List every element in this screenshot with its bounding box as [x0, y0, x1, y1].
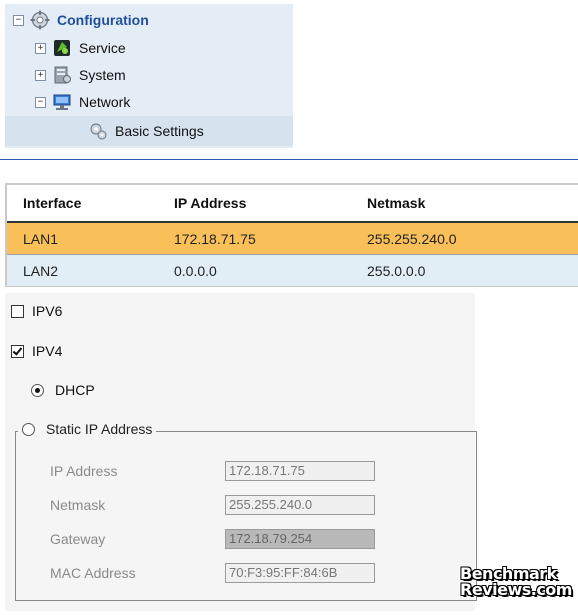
tree-label: Service [79, 40, 126, 56]
ipv6-option[interactable]: IPV6 [11, 303, 62, 319]
mac-address-field[interactable]: 70:F3:95:FF:84:6B [225, 563, 375, 583]
mac-address-label: MAC Address [50, 565, 136, 581]
table-cell: LAN2 [7, 254, 158, 286]
expand-toggle[interactable] [35, 42, 46, 54]
static-ip-radio[interactable] [22, 422, 35, 436]
dhcp-option[interactable]: DHCP [31, 382, 95, 398]
column-header-netmask[interactable]: Netmask [351, 185, 578, 223]
ip-address-label: IP Address [50, 463, 118, 479]
dhcp-label: DHCP [55, 382, 95, 398]
netmask-field[interactable]: 255.255.240.0 [225, 495, 375, 515]
interface-table: Interface IP Address Netmask LAN1 172.18… [7, 185, 578, 286]
tree-item-system[interactable]: System [35, 62, 126, 88]
expand-toggle[interactable] [35, 69, 46, 81]
ip-address-row: IP Address 172.18.71.75 [50, 460, 375, 482]
ipv4-option[interactable]: IPV4 [11, 343, 62, 359]
interface-table-frame: Interface IP Address Netmask LAN1 172.18… [5, 183, 578, 287]
gateway-field[interactable]: 172.18.79.254 [225, 529, 375, 549]
tree-item-configuration[interactable]: Configuration [13, 7, 149, 33]
table-row[interactable]: LAN1 172.18.71.75 255.255.240.0 [7, 221, 578, 255]
ip-address-field[interactable]: 172.18.71.75 [225, 461, 375, 481]
mac-address-row: MAC Address 70:F3:95:FF:84:6B [50, 562, 375, 584]
collapse-toggle[interactable] [13, 14, 24, 26]
column-header-ip-address[interactable]: IP Address [158, 185, 351, 223]
section-divider [0, 159, 578, 160]
gear-icon [30, 10, 50, 30]
table-cell: 255.255.240.0 [351, 221, 578, 255]
collapse-toggle[interactable] [35, 96, 46, 108]
watermark-line-2: Reviews.com [460, 580, 572, 599]
ipv6-label: IPV6 [32, 303, 63, 319]
table-cell: 0.0.0.0 [158, 254, 351, 286]
tree-item-basic-settings[interactable]: Basic Settings [5, 116, 293, 146]
ip-config-panel: IPV6 IPV4 DHCP Static IP Address IP Addr… [5, 293, 477, 611]
tree-label: Configuration [57, 12, 149, 28]
settings-gears-icon [90, 123, 107, 140]
static-ip-option[interactable]: Static IP Address [18, 421, 157, 437]
netmask-label: Netmask [50, 497, 106, 513]
tree-item-service[interactable]: Service [35, 35, 126, 61]
system-icon [54, 66, 71, 84]
tree-label: Basic Settings [115, 123, 204, 139]
column-header-interface[interactable]: Interface [7, 185, 158, 223]
table-row[interactable]: LAN2 0.0.0.0 255.0.0.0 [7, 254, 578, 286]
dhcp-radio[interactable] [31, 383, 44, 397]
netmask-row: Netmask 255.255.240.0 [50, 494, 375, 516]
table-cell: 255.0.0.0 [351, 254, 578, 286]
tree-label: System [79, 67, 126, 83]
gateway-row: Gateway 172.18.79.254 [50, 528, 375, 550]
benchmark-reviews-watermark: Benchmark Reviews.com [460, 566, 572, 599]
table-cell: 172.18.71.75 [158, 221, 351, 255]
static-ip-label: Static IP Address [46, 421, 153, 437]
gateway-label: Gateway [50, 531, 106, 547]
ipv6-checkbox[interactable] [11, 304, 24, 318]
network-icon [53, 94, 71, 110]
config-tree: Configuration Service System Network [5, 4, 293, 148]
ipv4-label: IPV4 [32, 343, 63, 359]
table-header-row: Interface IP Address Netmask [7, 185, 578, 223]
service-icon [54, 40, 70, 56]
ipv4-checkbox[interactable] [11, 344, 24, 358]
table-cell: LAN1 [7, 221, 158, 255]
tree-label: Network [79, 94, 131, 110]
tree-item-network[interactable]: Network [35, 89, 130, 115]
